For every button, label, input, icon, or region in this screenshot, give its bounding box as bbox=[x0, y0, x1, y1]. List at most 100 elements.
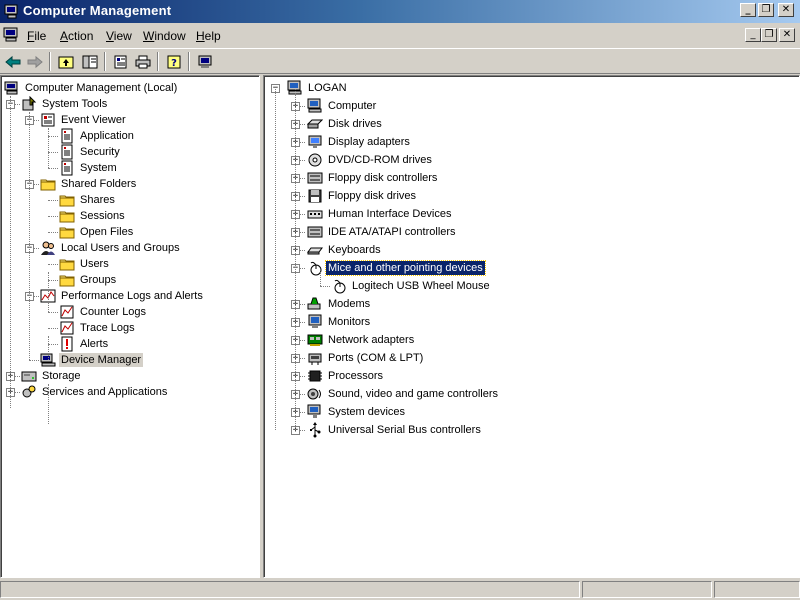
device-tree-pane[interactable]: LOGAN − Computer + Disk drives + Display adapt… bbox=[263, 75, 800, 578]
tree-node-display-adapters[interactable]: Display adapters bbox=[307, 134, 412, 150]
disk-drive-icon bbox=[307, 119, 323, 129]
forward-button[interactable] bbox=[25, 52, 45, 71]
tree-node-system[interactable]: System bbox=[59, 160, 119, 176]
controller-icon bbox=[307, 226, 323, 238]
tree-node-mice-and-other-pointing-devices[interactable]: Mice and other pointing devices bbox=[307, 260, 486, 276]
tree-node-event-viewer[interactable]: Event Viewer bbox=[40, 112, 128, 128]
tree-node-label: Local Users and Groups bbox=[61, 242, 180, 254]
menu-window[interactable]: Window bbox=[143, 29, 186, 43]
tree-node-disk-drives[interactable]: Disk drives bbox=[307, 116, 384, 132]
tree-node-system-tools[interactable]: System Tools bbox=[21, 96, 109, 112]
tree-node-floppy-disk-drives[interactable]: Floppy disk drives bbox=[307, 188, 418, 204]
tree-node-label: Trace Logs bbox=[80, 322, 135, 334]
help-button[interactable]: ? bbox=[164, 52, 184, 71]
console-icon[interactable] bbox=[3, 27, 19, 43]
tree-node-sessions[interactable]: Sessions bbox=[59, 208, 127, 224]
tree-node-sound-video-and-game-controllers[interactable]: Sound, video and game controllers bbox=[307, 386, 500, 402]
tree-node-counter-logs[interactable]: Counter Logs bbox=[59, 304, 148, 320]
tree-node-performance-logs-and-alerts[interactable]: Performance Logs and Alerts bbox=[40, 288, 205, 304]
properties-button[interactable] bbox=[111, 52, 131, 71]
tree-node-universal-serial-bus-controllers[interactable]: Universal Serial Bus controllers bbox=[307, 422, 483, 438]
tree-node-modems[interactable]: Modems bbox=[307, 296, 372, 312]
maximize-button[interactable]: ❐ bbox=[758, 3, 774, 17]
menu-bar: File Action View Window Help bbox=[0, 23, 800, 47]
modem-icon bbox=[307, 297, 321, 310]
child-minimize-button[interactable]: _ bbox=[745, 28, 761, 42]
keyboard-icon bbox=[307, 247, 323, 255]
log-icon bbox=[61, 144, 73, 160]
tree-node-computer[interactable]: Computer bbox=[307, 98, 378, 114]
print-button[interactable] bbox=[133, 52, 153, 71]
tree-node-monitors[interactable]: Monitors bbox=[307, 314, 372, 330]
tree-connector-vertical bbox=[275, 89, 276, 430]
folder-icon bbox=[59, 227, 75, 239]
tree-node-logitech-usb-wheel-mouse[interactable]: Logitech USB Wheel Mouse bbox=[331, 278, 492, 294]
menu-action[interactable]: Action bbox=[60, 29, 93, 43]
tree-node-storage[interactable]: Storage bbox=[21, 368, 83, 384]
tree-connector-horizontal bbox=[48, 152, 58, 153]
status-cell-2 bbox=[582, 581, 712, 598]
chart-icon bbox=[60, 305, 74, 319]
tree-node-label: Floppy disk controllers bbox=[328, 172, 438, 184]
tree-node-label: Storage bbox=[42, 370, 81, 382]
tree-node-users[interactable]: Users bbox=[59, 256, 111, 272]
tree-node-network-adapters[interactable]: Network adapters bbox=[307, 332, 416, 348]
monitor-icon bbox=[308, 314, 322, 328]
tree-node-shares[interactable]: Shares bbox=[59, 192, 117, 208]
show-hide-tree-button[interactable] bbox=[80, 52, 100, 71]
system-device-icon bbox=[307, 404, 321, 418]
tree-node-ports-com-and-lpt[interactable]: Ports (COM & LPT) bbox=[307, 350, 425, 366]
tree-node-label: Network adapters bbox=[328, 334, 415, 346]
tree-node-human-interface-devices[interactable]: Human Interface Devices bbox=[307, 206, 454, 222]
scan-hardware-button[interactable] bbox=[195, 52, 215, 71]
menu-view[interactable]: View bbox=[106, 29, 132, 43]
tree-node-floppy-disk-controllers[interactable]: Floppy disk controllers bbox=[307, 170, 439, 186]
tree-node-security[interactable]: Security bbox=[59, 144, 122, 160]
tree-node-device-manager[interactable]: Device Manager bbox=[40, 352, 144, 368]
usb-icon bbox=[310, 422, 321, 438]
tree-node-label: System devices bbox=[328, 406, 406, 418]
tree-node-local-users-and-groups[interactable]: Local Users and Groups bbox=[40, 240, 182, 256]
child-restore-button[interactable]: ❐ bbox=[761, 28, 777, 42]
tree-connector-vertical bbox=[48, 128, 49, 168]
tree-node-services-and-applications[interactable]: Services and Applications bbox=[21, 384, 169, 400]
console-tree-icon bbox=[82, 55, 98, 68]
toolbar: ? bbox=[0, 48, 800, 74]
tree-node-logan[interactable]: LOGAN bbox=[287, 80, 349, 96]
event-viewer-icon bbox=[41, 113, 55, 127]
tree-node-trace-logs[interactable]: Trace Logs bbox=[59, 320, 137, 336]
tree-node-keyboards[interactable]: Keyboards bbox=[307, 242, 383, 258]
cdrom-icon bbox=[308, 153, 322, 167]
tree-node-label: Sound, video and game controllers bbox=[328, 388, 498, 400]
menu-help[interactable]: Help bbox=[196, 29, 221, 43]
close-button[interactable]: ✕ bbox=[778, 3, 794, 17]
tree-node-label: Shares bbox=[80, 194, 115, 206]
svg-text:?: ? bbox=[171, 58, 177, 69]
back-button[interactable] bbox=[3, 52, 23, 71]
tree-node-system-devices[interactable]: System devices bbox=[307, 404, 407, 420]
properties-icon bbox=[114, 55, 127, 68]
storage-icon bbox=[21, 371, 37, 382]
tree-node-application[interactable]: Application bbox=[59, 128, 136, 144]
tree-connector-horizontal bbox=[48, 232, 58, 233]
tree-node-label: Floppy disk drives bbox=[328, 190, 417, 202]
tree-node-computer-management-local[interactable]: Computer Management (Local) bbox=[4, 80, 179, 96]
tree-connector-horizontal bbox=[48, 280, 58, 281]
title-bar[interactable]: Computer Management _ ❐ ✕ bbox=[0, 0, 800, 23]
tree-node-groups[interactable]: Groups bbox=[59, 272, 118, 288]
tree-node-open-files[interactable]: Open Files bbox=[59, 224, 135, 240]
tree-node-ide-ata-atapi-controllers[interactable]: IDE ATA/ATAPI controllers bbox=[307, 224, 458, 240]
tree-node-processors[interactable]: Processors bbox=[307, 368, 385, 384]
child-close-button[interactable]: ✕ bbox=[779, 28, 795, 42]
tree-node-label: Computer bbox=[328, 100, 377, 112]
console-tree-pane[interactable]: Computer Management (Local) System Tools −… bbox=[0, 75, 260, 578]
tree-connector-horizontal bbox=[48, 136, 58, 137]
up-one-level-button[interactable] bbox=[56, 52, 76, 71]
tree-node-shared-folders[interactable]: Shared Folders bbox=[40, 176, 138, 192]
status-cell-main bbox=[0, 581, 580, 598]
tree-node-label: IDE ATA/ATAPI controllers bbox=[328, 226, 456, 238]
tree-node-alerts[interactable]: Alerts bbox=[59, 336, 110, 352]
tree-node-dvd-cd-rom-drives[interactable]: DVD/CD-ROM drives bbox=[307, 152, 434, 168]
menu-file[interactable]: File bbox=[27, 29, 46, 43]
minimize-button[interactable]: _ bbox=[740, 3, 756, 17]
